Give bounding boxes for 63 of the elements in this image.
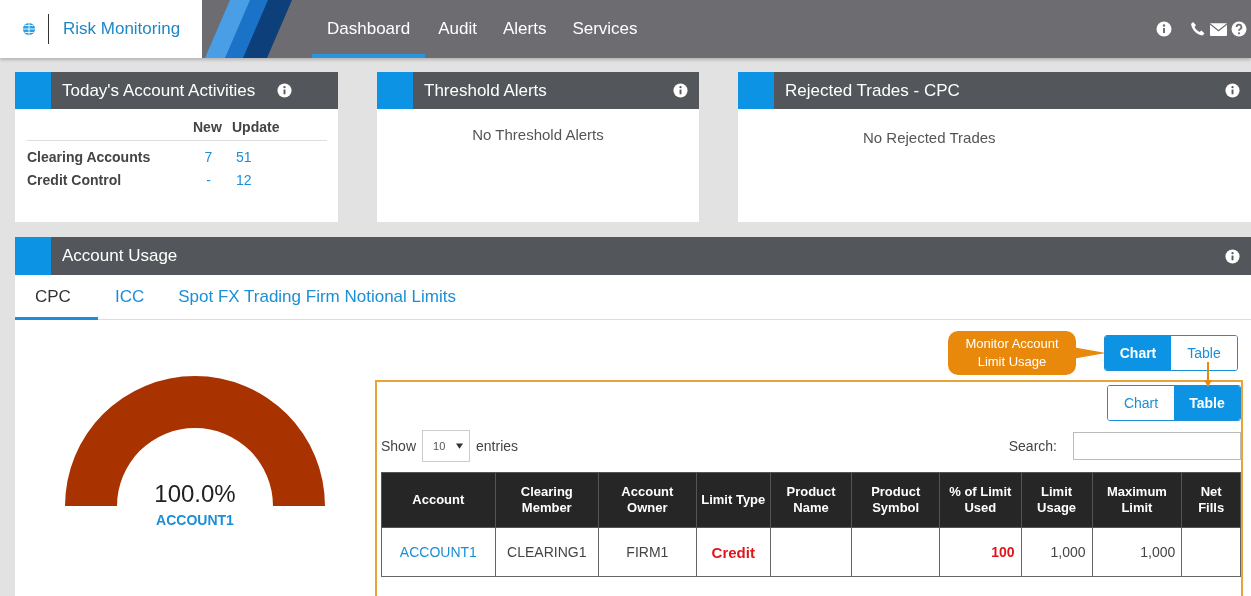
tab[interactable]: CPC (15, 275, 98, 320)
phone-icon[interactable] (1190, 21, 1206, 37)
table-cell: Credit (711, 543, 755, 561)
header-accent (15, 237, 51, 275)
count-link[interactable]: 7 (193, 149, 224, 165)
row-label: Credit Control (27, 172, 123, 188)
mail-icon[interactable] (1210, 22, 1227, 36)
column-header[interactable]: Clearing Member (495, 472, 599, 528)
globe-icon (22, 22, 36, 36)
tab[interactable]: Spot FX Trading Firm Notional Limits (161, 275, 473, 320)
header-accent (377, 72, 413, 109)
column-header[interactable]: Net Fills (1181, 472, 1241, 528)
panel-title: Today's Account Activities (61, 80, 256, 101)
row-label: Clearing Accounts (27, 149, 152, 165)
column-header[interactable]: Product Name (770, 472, 852, 528)
column-header[interactable]: Account (381, 472, 496, 528)
info-icon[interactable] (1225, 248, 1240, 264)
info-icon[interactable] (277, 83, 293, 98)
count-link[interactable]: - (193, 172, 224, 188)
account-link[interactable]: ACCOUNT1 (156, 512, 234, 528)
search-field[interactable] (1073, 432, 1241, 460)
empty-message: No Threshold Alerts (471, 125, 605, 143)
table-cell: 1,000 (1140, 544, 1176, 560)
callout: Monitor Account Limit Usage (948, 331, 1076, 375)
caret-icon (456, 443, 464, 449)
page-size-select[interactable]: 10 (422, 430, 471, 462)
table-cell: 100 (991, 544, 1015, 560)
column-header[interactable]: Account Owner (598, 472, 697, 528)
help-icon[interactable] (1231, 21, 1247, 37)
show-label: Show (381, 438, 417, 454)
view-toggle-button[interactable]: Table (1174, 386, 1240, 420)
table-cell: CLEARING1 (507, 544, 587, 560)
nav-tab[interactable]: Alerts (489, 0, 560, 58)
column-header[interactable]: Limit Usage (1021, 472, 1093, 528)
panel-title: Account Usage (61, 246, 178, 266)
gauge-value: 100.0% (153, 480, 237, 508)
header-accent (15, 72, 51, 109)
count-link[interactable]: 12 (232, 172, 282, 188)
column-header[interactable]: Limit Type (696, 472, 771, 528)
panel-title: Threshold Alerts (423, 80, 547, 101)
nav-tab[interactable]: Services (559, 0, 651, 58)
arrow-icon (1204, 362, 1212, 388)
app-title: Risk Monitoring (63, 19, 181, 39)
column-header[interactable]: Maximum Limit (1092, 472, 1182, 528)
column-header: New (193, 119, 223, 135)
entries-label: entries (476, 438, 519, 454)
table-cell: 1,000 (1050, 544, 1086, 560)
info-icon[interactable] (673, 83, 688, 98)
column-header[interactable]: % of Limit Used (939, 472, 1022, 528)
count-link[interactable]: 51 (232, 149, 282, 165)
column-header: Update (232, 119, 281, 135)
empty-message: No Rejected Trades (862, 128, 997, 146)
view-toggle-button[interactable]: Chart (1105, 336, 1171, 370)
panel-title: Rejected Trades - CPC (784, 80, 960, 101)
info-icon[interactable] (1225, 83, 1240, 98)
header-accent (738, 72, 774, 109)
tab[interactable]: ICC (97, 275, 162, 320)
search-label: Search: (1008, 438, 1057, 454)
nav-tab[interactable]: Audit (425, 0, 490, 58)
table-cell: FIRM1 (626, 544, 669, 560)
info-icon[interactable] (1156, 21, 1172, 37)
nav-tab[interactable]: Dashboard (312, 0, 426, 58)
column-header[interactable]: Product Symbol (851, 472, 940, 528)
